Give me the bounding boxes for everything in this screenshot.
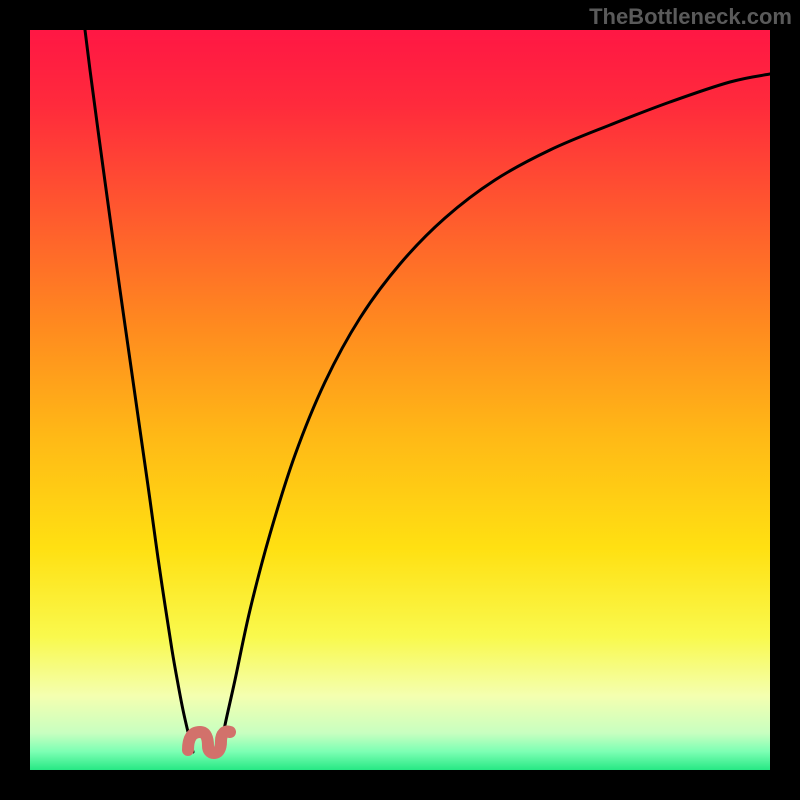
plot-area: [30, 30, 770, 770]
chart-frame: TheBottleneck.com: [0, 0, 800, 800]
curve-left-branch: [85, 30, 193, 752]
curve-layer: [30, 30, 770, 770]
source-watermark: TheBottleneck.com: [589, 4, 792, 30]
curve-right-branch: [220, 74, 770, 752]
valley-marker: [188, 731, 230, 753]
